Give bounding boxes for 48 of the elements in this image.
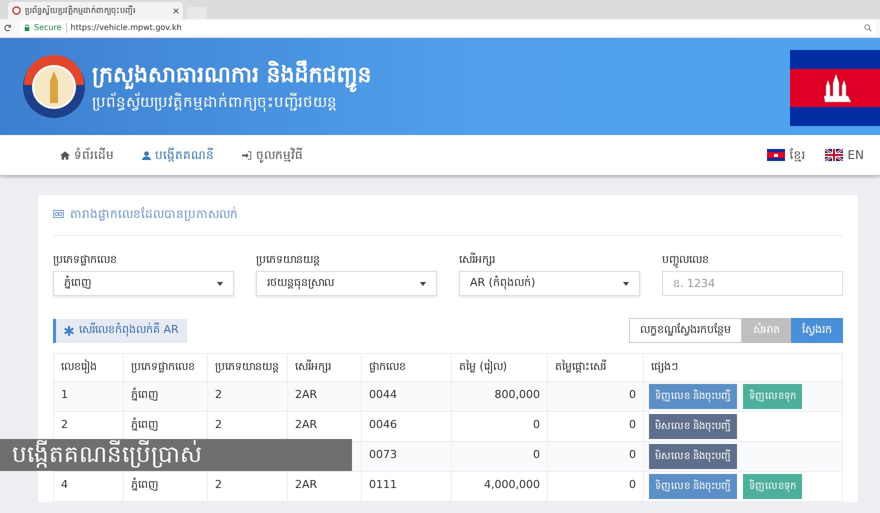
language-link[interactable]: EN [825, 146, 864, 164]
sign-in-icon [242, 150, 252, 160]
plate-icon [53, 210, 64, 218]
flag-icon [825, 149, 844, 161]
zoom-icon [864, 24, 872, 32]
field-label: បញ្ចូលលេខ [662, 253, 710, 267]
url-text: https://vehicle.mpwt.gov.kh [70, 22, 183, 34]
nav-link[interactable]: ទំព័រដើម [60, 146, 114, 164]
panel-title: តារាងផ្លាកលេខដែលបានប្រកាសលក់ [70, 206, 238, 223]
table-cell: 0111 [362, 472, 452, 502]
column-header: ផ្សេងៗ [644, 354, 842, 382]
action-button[interactable]: លក្ខខណ្ឌស្វែងរកបន្ថែម [629, 318, 742, 343]
table-cell: 4,000,000 [452, 472, 548, 502]
caret-icon [420, 282, 426, 286]
lock-icon [24, 24, 30, 32]
site-subtitle: ប្រព័ន្ធស្វ័យប្រវត្តិកម្មដាក់ពាក្យចុះបញ្ជីរថយន្ត [92, 92, 337, 112]
column-header: លេខរៀង [54, 354, 124, 382]
secure-label: Secure [34, 22, 62, 34]
close-icon [173, 8, 179, 14]
site-title: ក្រសួងសាធារណការ និងដឹកជញ្ជូន [92, 60, 372, 90]
nav-link[interactable]: ចូលកម្មវិធី [242, 146, 303, 164]
reload-icon [4, 24, 12, 32]
home-icon [60, 150, 70, 160]
select-field[interactable]: AR (កំពុងលក់) [459, 271, 640, 296]
field-label: ប្រភេទផ្លាកលេខ [53, 253, 118, 267]
caret-icon [623, 282, 629, 286]
notice-text: សេរីលេខកំពុងលក់គឺ AR [79, 322, 179, 338]
ministry-logo [22, 54, 86, 118]
row-action-button[interactable]: មិសលេខ និងចុះបញ្ជី [649, 444, 738, 469]
field-label: ប្រភេទយានយន្ត [256, 253, 321, 267]
tab-title: ប្រព័ន្ធស្វ័យប្រវត្តិកម្មដាក់ពាក្យចុះបញ្ជីរ [25, 4, 137, 16]
row-action-button[interactable]: មិសលេខ និងចុះបញ្ជី [649, 414, 738, 439]
site-icon [12, 6, 21, 15]
select-field[interactable]: រថយន្តធុនស្រាល [256, 271, 437, 296]
select-field[interactable]: ភ្នំពេញ [53, 271, 234, 296]
flag-icon [767, 149, 786, 161]
browser-tab[interactable]: ប្រព័ន្ធស្វ័យប្រវត្តិកម្មដាក់ពាក្យចុះបញ្ជីរ [8, 2, 183, 19]
language-link[interactable]: ខ្មែរ [767, 146, 806, 164]
nav-link[interactable]: បង្កើតគណនី [142, 146, 214, 164]
new-tab-button[interactable] [187, 7, 207, 19]
field-label: សេរីអក្សរ [459, 253, 496, 267]
caret-icon [217, 282, 223, 286]
address-bar[interactable]: Secure https://vehicle.mpwt.gov.kh [20, 20, 876, 36]
video-caption: បង្កើតគណនីប្រើប្រាស់ [0, 439, 352, 471]
asterisk-icon [64, 326, 74, 336]
user-icon [142, 150, 151, 160]
table-cell: 0 [548, 472, 644, 502]
number-input[interactable]: ឧ. 1234 [662, 271, 843, 296]
